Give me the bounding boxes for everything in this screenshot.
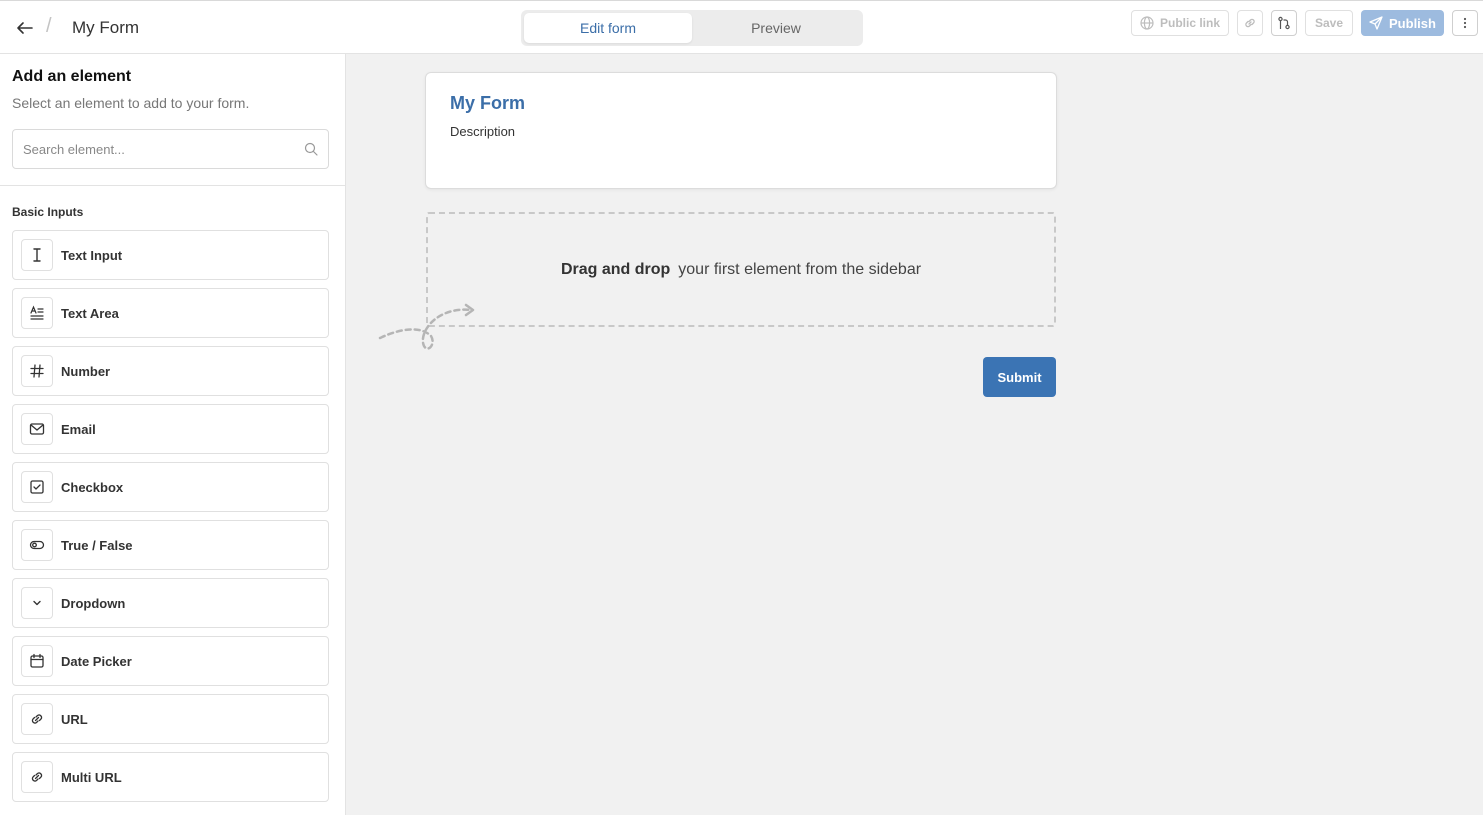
- public-link-label: Public link: [1159, 16, 1220, 30]
- text-cursor-icon: [21, 239, 53, 271]
- element-label: Text Area: [61, 305, 119, 321]
- more-vertical-icon: [1463, 17, 1467, 29]
- drop-zone[interactable]: Drag and drop your first element from th…: [426, 212, 1056, 327]
- publish-label: Publish: [1389, 15, 1436, 31]
- breadcrumb-separator: /: [46, 15, 52, 37]
- element-text-input[interactable]: Text Input: [12, 230, 329, 280]
- publish-button[interactable]: Publish: [1361, 10, 1444, 36]
- tab-edit-form[interactable]: Edit form: [524, 13, 692, 43]
- section-title-basic-inputs: Basic Inputs: [12, 205, 84, 219]
- element-url[interactable]: URL: [12, 694, 329, 744]
- element-label: Date Picker: [61, 653, 132, 669]
- element-label: True / False: [61, 537, 133, 553]
- link-icon: [21, 703, 53, 735]
- sidebar-title: Add an element: [12, 68, 132, 85]
- text-area-icon: [21, 297, 53, 329]
- git-compare-icon: [1278, 16, 1290, 30]
- element-label: Checkbox: [61, 479, 124, 495]
- element-label: Email: [61, 421, 96, 437]
- submit-button[interactable]: Submit: [983, 357, 1056, 397]
- element-dropdown[interactable]: Dropdown: [12, 578, 329, 628]
- form-title[interactable]: My Form: [450, 93, 525, 114]
- search-icon[interactable]: [304, 142, 318, 156]
- page-title: My Form: [72, 18, 140, 37]
- element-date-picker[interactable]: Date Picker: [12, 636, 329, 686]
- element-label: Multi URL: [61, 769, 122, 785]
- send-icon: [1369, 16, 1383, 30]
- public-link-button[interactable]: Public link: [1131, 10, 1229, 36]
- chevron-down-icon: [21, 587, 53, 619]
- element-label: URL: [61, 711, 88, 727]
- sidebar-divider: [0, 185, 346, 186]
- arrow-left-icon: [17, 22, 33, 34]
- top-bar: / My Form Edit form Preview Public link …: [0, 0, 1483, 54]
- form-description[interactable]: Description: [450, 124, 515, 139]
- drop-zone-emphasis: Drag and drop: [560, 260, 671, 278]
- hash-icon: [21, 355, 53, 387]
- drop-zone-text: your first element from the sidebar: [678, 260, 922, 278]
- element-label: Dropdown: [61, 595, 126, 611]
- element-multi-url[interactable]: Multi URL: [12, 752, 329, 802]
- back-button[interactable]: [12, 15, 38, 41]
- form-header-card[interactable]: My Form Description: [425, 72, 1057, 189]
- element-text-area[interactable]: Text Area: [12, 288, 329, 338]
- element-number[interactable]: Number: [12, 346, 329, 396]
- mode-toggle: Edit form Preview: [521, 10, 863, 46]
- search-box: [12, 129, 329, 169]
- element-label: Text Input: [61, 247, 123, 263]
- copy-link-button[interactable]: [1237, 10, 1263, 36]
- save-button[interactable]: Save: [1305, 10, 1353, 36]
- element-checkbox[interactable]: Checkbox: [12, 462, 329, 512]
- more-options-button[interactable]: [1452, 10, 1478, 36]
- version-button[interactable]: [1271, 10, 1297, 36]
- tab-preview[interactable]: Preview: [692, 13, 860, 43]
- link-icon: [21, 761, 53, 793]
- element-sidebar: Add an element Select an element to add …: [0, 54, 346, 815]
- checkbox-icon: [21, 471, 53, 503]
- mail-icon: [21, 413, 53, 445]
- toggle-icon: [21, 529, 53, 561]
- sidebar-subtitle: Select an element to add to your form.: [12, 95, 250, 111]
- element-label: Number: [61, 363, 111, 379]
- calendar-icon: [21, 645, 53, 677]
- curved-arrow-icon: [378, 303, 475, 350]
- element-true-false[interactable]: True / False: [12, 520, 329, 570]
- element-email[interactable]: Email: [12, 404, 329, 454]
- link-icon: [1245, 18, 1255, 28]
- element-list: Text Input Text Area Number Email Checkb…: [12, 230, 329, 810]
- search-input[interactable]: [23, 141, 304, 157]
- globe-icon: [1140, 16, 1154, 30]
